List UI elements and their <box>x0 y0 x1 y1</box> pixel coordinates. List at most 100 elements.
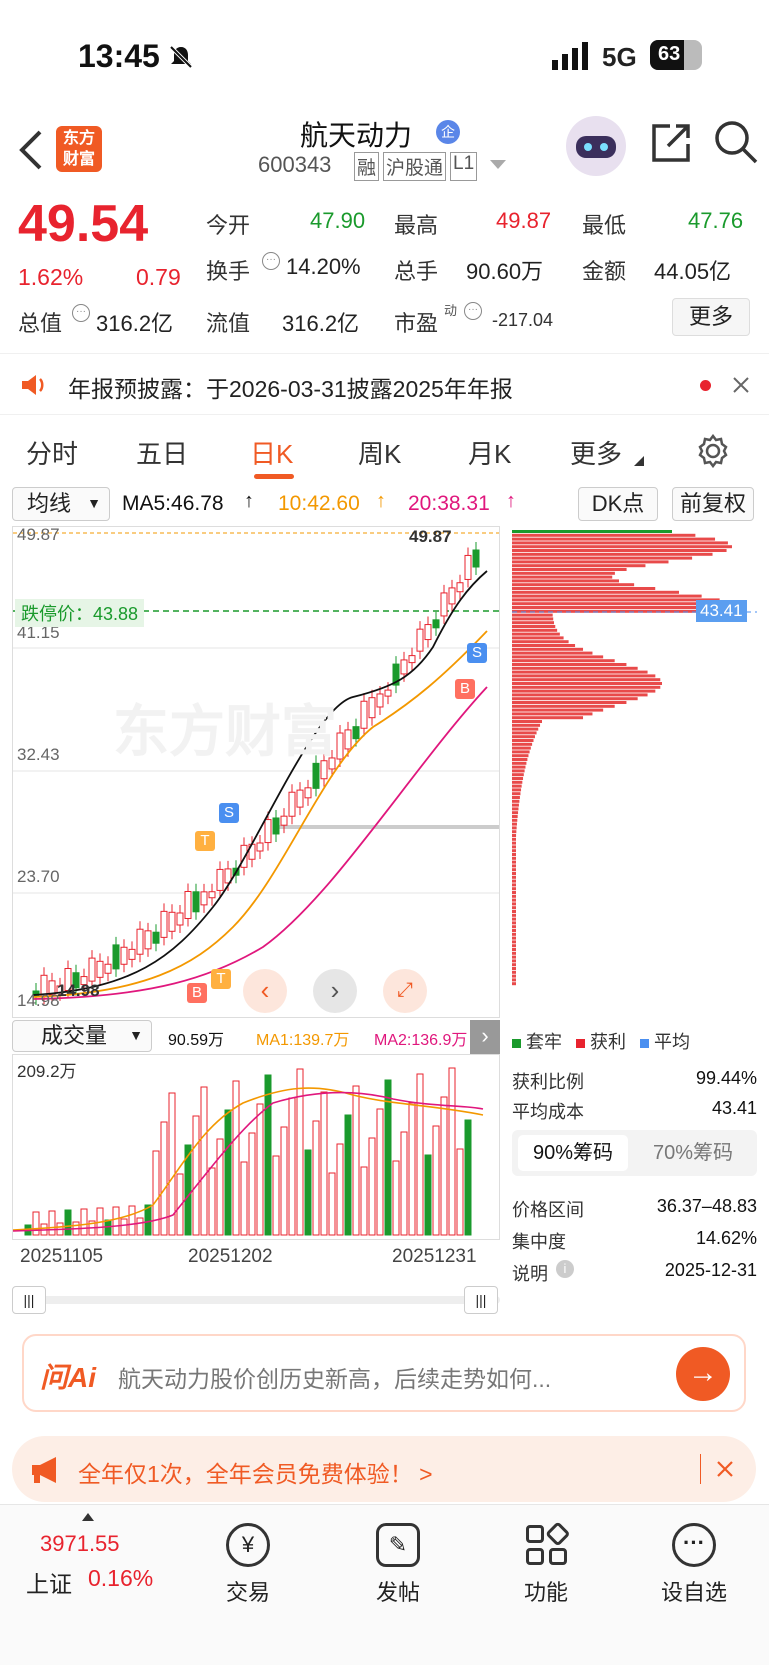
chip-bar <box>512 754 529 758</box>
chip-bar <box>512 674 656 678</box>
signal-badge[interactable]: T <box>211 969 231 989</box>
chip-bar <box>512 788 522 792</box>
ai-send-arrow-icon[interactable]: → <box>676 1347 730 1401</box>
chip-bar <box>512 598 720 602</box>
volume-bar <box>400 1131 408 1236</box>
chip-bar <box>512 982 516 986</box>
signal-badge[interactable]: B <box>455 679 475 699</box>
ma10-value: 10:42.60 <box>278 492 360 515</box>
signal-badge[interactable]: B <box>187 983 207 1003</box>
chip-bar <box>512 640 569 644</box>
info-dots-icon[interactable]: ··· <box>72 304 90 322</box>
dk-point-button[interactable]: DK点 <box>578 487 658 521</box>
tab-intraday[interactable]: 分时 <box>26 434 78 471</box>
tab-more[interactable]: 更多 <box>570 434 622 471</box>
range-scrollbar[interactable]: ||| ||| <box>12 1286 500 1314</box>
info-dots-icon[interactable]: ··· <box>464 302 482 320</box>
volume-chart[interactable]: 209.2万 <box>12 1054 500 1240</box>
volume-select[interactable]: 成交量 ▼ <box>12 1020 152 1052</box>
chip-bar <box>512 716 584 720</box>
date-label: 20251202 <box>188 1246 273 1267</box>
battery-icon: 63 <box>650 40 702 70</box>
clock: 13:45 <box>78 38 160 74</box>
nav-functions[interactable]: 功能 <box>486 1521 606 1607</box>
candle-body <box>176 912 184 926</box>
expand-icon[interactable]: ⤢ <box>383 969 427 1013</box>
chip-bar <box>512 837 516 841</box>
index-name[interactable]: 上证 <box>26 1565 72 1599</box>
candle-body <box>88 957 96 982</box>
chip-bar <box>512 731 537 735</box>
limit-down-label: 跌停价：43.88 <box>15 599 145 627</box>
signal-badge[interactable]: T <box>195 831 215 851</box>
chip-bar <box>512 845 516 849</box>
chip-bar <box>512 651 593 655</box>
tab-daily-k[interactable]: 日K <box>250 434 293 471</box>
up-arrow-icon: ↑ <box>506 490 516 512</box>
candle-body <box>408 655 416 664</box>
active-tab-indicator <box>254 474 294 479</box>
chip-bar <box>512 826 517 830</box>
chip-bar <box>512 636 564 640</box>
chip-bar <box>512 678 661 682</box>
chip-bar <box>512 967 516 970</box>
volume-bar <box>384 1079 392 1236</box>
ma-select[interactable]: 均线 ▼ <box>12 487 110 521</box>
volume-bar <box>320 1091 328 1236</box>
chip-bar <box>512 929 516 932</box>
info-dots-icon[interactable]: ··· <box>262 252 280 270</box>
close-icon[interactable] <box>716 1460 734 1478</box>
tab-chip-70[interactable]: 70%筹码 <box>638 1135 748 1171</box>
ai-question-bar[interactable]: 问Ai 航天动力股价创历史新高，后续走势如何... → <box>22 1334 746 1412</box>
ai-robot-avatar[interactable] <box>566 116 626 176</box>
chip-bar <box>512 784 522 788</box>
app-logo: 东方 财富 <box>56 126 102 172</box>
nav-trade[interactable]: ¥ 交易 <box>188 1523 308 1607</box>
dropdown-caret-icon[interactable] <box>490 160 506 170</box>
more-button[interactable]: 更多 <box>672 298 750 336</box>
volume-bar <box>128 1205 136 1236</box>
nav-post[interactable]: ✎ 发帖 <box>338 1523 458 1607</box>
chip-bar <box>512 617 554 621</box>
nav-watchlist[interactable]: ··· 设自选 <box>634 1523 754 1607</box>
signal-badge[interactable]: S <box>467 643 487 663</box>
panel-toggle-icon[interactable]: › <box>470 1020 500 1054</box>
scroll-handle-left[interactable]: ||| <box>12 1286 46 1314</box>
candle-body <box>216 868 224 891</box>
settings-gear-icon[interactable] <box>696 434 730 468</box>
info-icon[interactable]: i <box>556 1260 574 1278</box>
scroll-handle-right[interactable]: ||| <box>464 1286 498 1314</box>
chip-bar <box>512 556 693 560</box>
close-icon[interactable] <box>732 376 750 394</box>
chip-bar <box>512 883 516 887</box>
kline-chart[interactable]: 东方财富 49.87 41.15 32.43 23.70 14.98 49.87… <box>12 525 500 1018</box>
volume-bar <box>48 1210 56 1236</box>
chip-bar <box>512 913 516 917</box>
signal-badge[interactable]: S <box>219 803 239 823</box>
promo-banner[interactable]: 全年仅1次，全年会员免费体验！ > <box>12 1436 756 1502</box>
chip-bar <box>512 628 558 632</box>
notice-bar[interactable]: 年报预披露：于2026-03-31披露2025年年报 <box>0 353 769 415</box>
chevron-left-icon[interactable]: ‹ <box>243 969 287 1013</box>
back-arrow-icon[interactable] <box>18 128 44 172</box>
volume-bar <box>288 1097 296 1236</box>
concentration-label: 集中度 <box>512 1232 566 1252</box>
share-icon[interactable] <box>650 122 692 164</box>
last-price: 49.54 <box>18 195 149 253</box>
volume-bar <box>424 1154 432 1236</box>
index-change[interactable]: 0.16% <box>88 1565 153 1592</box>
chip-bar <box>512 955 516 959</box>
tab-monthly-k[interactable]: 月K <box>468 434 511 471</box>
chip-bar <box>512 959 516 963</box>
candle-body <box>104 963 112 974</box>
chip-bar <box>512 552 713 556</box>
chevron-right-icon[interactable]: › <box>313 969 357 1013</box>
price-adjust-button[interactable]: 前复权 <box>672 487 754 521</box>
search-icon[interactable] <box>714 120 758 164</box>
index-value[interactable]: 3971.55 <box>40 1531 120 1557</box>
candle-body <box>368 697 376 719</box>
tab-five-day[interactable]: 五日 <box>136 434 188 471</box>
tab-weekly-k[interactable]: 周K <box>358 434 401 471</box>
tab-chip-90[interactable]: 90%筹码 <box>518 1135 628 1171</box>
unread-dot <box>700 380 711 391</box>
